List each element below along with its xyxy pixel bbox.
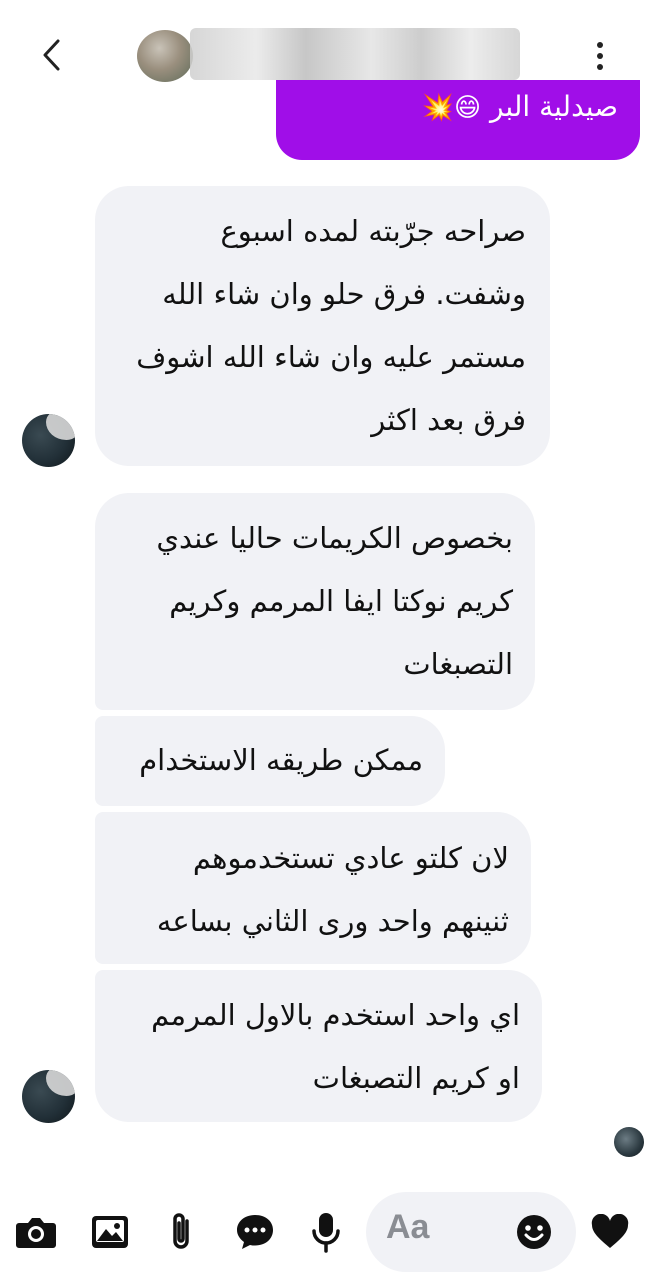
more-vertical-icon (597, 42, 603, 48)
message-line: فرق بعد اكثر (371, 403, 526, 437)
message-line: او كريم التصبغات (312, 1061, 520, 1095)
attachment-icon (173, 1213, 189, 1249)
received-message-bubble[interactable]: ممكن طريقه الاستخدام (95, 716, 445, 806)
heart-icon (591, 1214, 629, 1248)
gallery-button[interactable] (88, 1210, 132, 1254)
emoji-icon (517, 1215, 551, 1249)
contact-avatar[interactable] (137, 30, 193, 82)
microphone-icon (312, 1213, 340, 1253)
voice-message-button[interactable] (304, 1210, 348, 1254)
message-line: بخصوص الكريمات حاليا عندي (156, 521, 513, 555)
camera-icon (16, 1218, 56, 1248)
more-options-button[interactable] (583, 38, 617, 74)
image-icon (92, 1216, 128, 1248)
message-line: كريم نوكتا ايفا المرمم وكريم (169, 584, 513, 618)
message-line: وشفت. فرق حلو وان شاء الله (162, 277, 526, 311)
message-line: اي واحد استخدم بالاول المرمم (151, 998, 520, 1032)
contact-name-redacted[interactable] (190, 28, 520, 80)
received-message-bubble[interactable]: اي واحد استخدم بالاول المرمم او كريم الت… (95, 970, 542, 1122)
received-message-bubble[interactable]: بخصوص الكريمات حاليا عندي كريم نوكتا ايف… (95, 493, 535, 710)
sender-avatar[interactable] (22, 414, 75, 467)
message-line: لان كلتو عادي تستخدموهم (192, 841, 509, 875)
sender-avatar[interactable] (22, 1070, 75, 1123)
sent-message-emojis: 😄💥 (421, 93, 482, 123)
chat-bubble-icon (237, 1215, 273, 1249)
camera-button[interactable] (14, 1210, 58, 1254)
back-button[interactable] (30, 30, 74, 80)
message-line: التصبغات (403, 647, 513, 681)
message-line: ثنينهم واحد ورى الثاني بساعه (156, 904, 509, 938)
sent-message-label: صيدلية البر (489, 90, 618, 123)
sent-message-bubble[interactable]: صيدلية البر 😄💥 (276, 80, 640, 160)
emoji-button[interactable] (512, 1210, 556, 1254)
seen-indicator-avatar (614, 1127, 644, 1157)
message-line: ممكن طريقه الاستخدام (139, 743, 423, 777)
message-options-button[interactable] (233, 1210, 277, 1254)
chevron-left-icon (43, 39, 60, 71)
sent-message-text: صيدلية البر 😄💥 (422, 90, 618, 123)
received-message-bubble[interactable]: لان كلتو عادي تستخدموهم ثنينهم واحد ورى … (95, 812, 531, 964)
attachment-button[interactable] (160, 1210, 204, 1254)
like-button[interactable] (588, 1210, 632, 1254)
received-message-bubble[interactable]: صراحه جرّبته لمده اسبوع وشفت. فرق حلو وا… (95, 186, 550, 466)
message-input-placeholder: Aa (386, 1208, 430, 1246)
message-line: صراحه جرّبته لمده اسبوع (220, 214, 526, 248)
message-line: مستمر عليه وان شاء الله اشوف (136, 340, 526, 374)
